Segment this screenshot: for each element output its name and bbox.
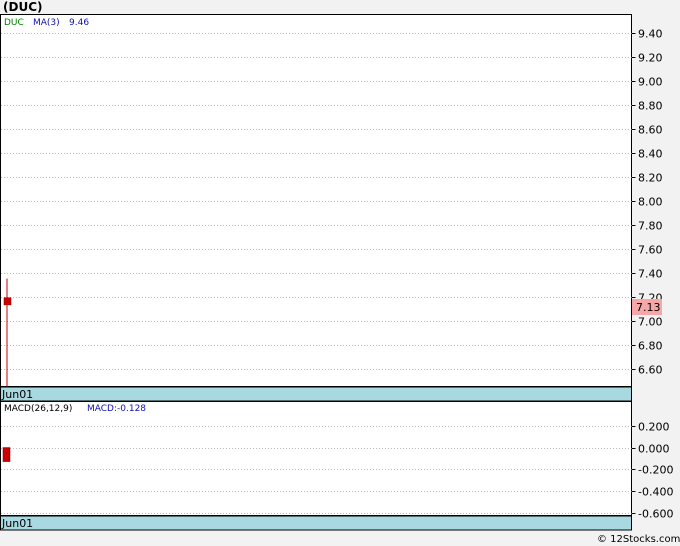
macd-label: MACD(26,12,9)	[4, 404, 72, 414]
macd-plot-area	[0, 401, 632, 516]
price-tick-label: 7.60	[638, 244, 663, 257]
macd-panel: 0.200 0.000 -0.200 -0.400 -0.600 MACD(26,12,…	[0, 401, 673, 521]
macd-tick-label: 0.200	[638, 421, 670, 434]
price-tick-label: 7.40	[638, 268, 663, 281]
price-tick-label: 9.40	[638, 28, 663, 41]
price-tick-label: 7.00	[638, 316, 663, 329]
macd-tick-label: -0.600	[638, 508, 673, 521]
chart-canvas: (DUC) 9.40 9.20 9.00 8.80 8.60 8.40 8.20 8.00 7.…	[0, 0, 680, 545]
price-tick-label: 8.40	[638, 148, 663, 161]
last-price-badge: 7.13	[632, 299, 662, 315]
candle-body	[3, 297, 12, 306]
price-tick-label: 8.00	[638, 196, 663, 209]
macd-date-label: Jun01	[1, 517, 33, 530]
price-tick-label: 9.00	[638, 76, 663, 89]
price-date-bar	[0, 386, 632, 402]
macd-tick-label: -0.200	[638, 464, 673, 477]
price-tick-label: 8.80	[638, 100, 663, 113]
price-symbol-label: DUC	[4, 18, 24, 28]
ma-label: MA(3)	[33, 18, 60, 28]
macd-tick-label: -0.400	[638, 486, 673, 499]
ma-value: 9.46	[69, 18, 89, 28]
price-date-label: Jun01	[1, 388, 33, 401]
price-tick-label: 9.20	[638, 52, 663, 65]
price-tick-label: 7.80	[638, 220, 663, 233]
macd-value: MACD:-0.128	[87, 404, 146, 414]
page-title: (DUC)	[3, 0, 42, 14]
price-tick-label: 6.60	[638, 364, 663, 377]
footer-copyright: © 12Stocks.com	[597, 534, 680, 545]
macd-date-bar	[0, 515, 632, 531]
price-tick-label: 6.80	[638, 340, 663, 353]
price-panel: 9.40 9.20 9.00 8.80 8.60 8.40 8.20 8.00 7.80 7.60…	[0, 14, 663, 387]
price-tick-label: 8.20	[638, 172, 663, 185]
macd-tick-label: 0.000	[638, 443, 670, 456]
price-tick-label: 8.60	[638, 124, 663, 137]
price-plot-area	[0, 14, 632, 387]
macd-bar	[2, 447, 11, 462]
last-price-value: 7.13	[636, 301, 661, 314]
